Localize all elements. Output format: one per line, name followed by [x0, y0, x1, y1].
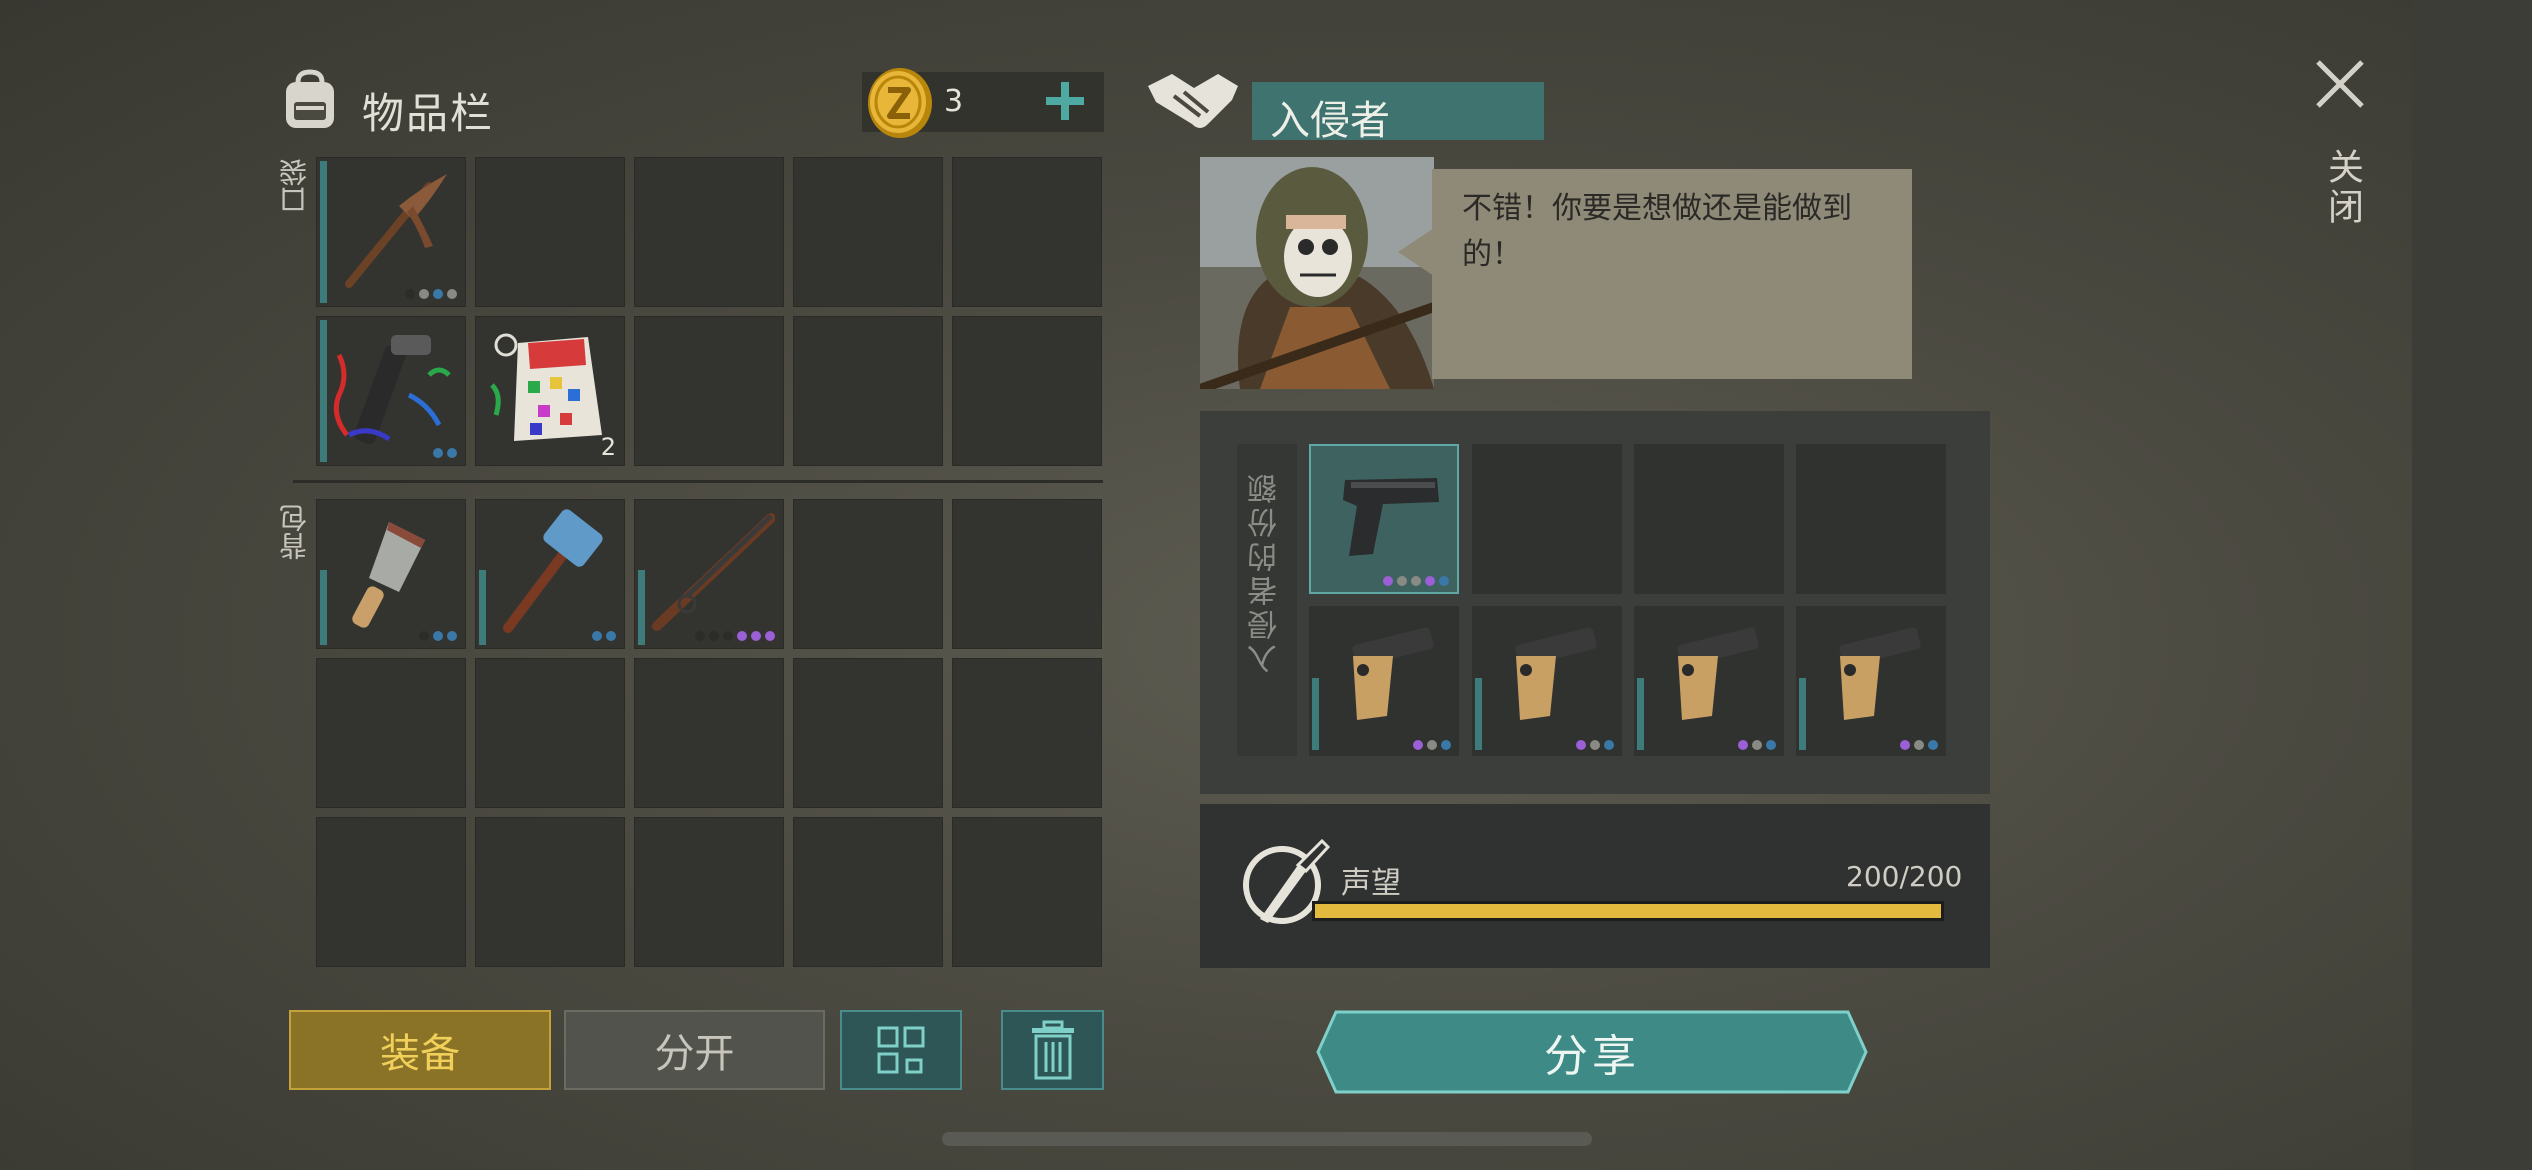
pocket-slot-3[interactable] [634, 157, 784, 307]
party-popper-icon [333, 335, 451, 445]
pickaxe-icon [345, 174, 447, 288]
quota-slot-2[interactable] [1472, 444, 1622, 594]
backpack-slot-11[interactable] [316, 817, 466, 967]
pocket-slot-5[interactable] [952, 157, 1102, 307]
equip-button[interactable]: 装备 [289, 1010, 551, 1090]
share-button[interactable]: 分享 [1316, 1010, 1868, 1094]
rarity-dots [419, 631, 457, 641]
backpack-slot-1[interactable] [316, 499, 466, 649]
coin-count: 3 [944, 84, 964, 119]
reputation-label: 声望 [1341, 866, 1401, 901]
pocket-label: 口袋 [278, 158, 311, 214]
trash-icon [1031, 1020, 1074, 1080]
quota-slot-4[interactable] [1796, 444, 1946, 594]
add-coins-button[interactable] [1036, 72, 1094, 130]
flare-gun-icon [1515, 627, 1597, 720]
backpack-slot-7[interactable] [475, 658, 625, 808]
pocket-slot-4[interactable] [793, 157, 943, 307]
durability-bar [320, 320, 327, 462]
speech-bubble-tail [1398, 228, 1434, 276]
rarity-dots [433, 448, 457, 458]
backpack-slot-15[interactable] [952, 817, 1102, 967]
pistol-icon [1343, 478, 1439, 556]
pocket-slot-1[interactable] [316, 157, 466, 307]
coin-icon [868, 68, 932, 138]
shotgun-icon [652, 513, 775, 631]
quota-slot-6[interactable] [1472, 606, 1622, 756]
quota-slot-3[interactable] [1634, 444, 1784, 594]
backpack-slot-14[interactable] [793, 817, 943, 967]
split-button[interactable]: 分开 [564, 1010, 825, 1090]
item-quantity: 2 [600, 433, 616, 461]
reputation-bar-fill [1315, 904, 1941, 918]
confetti-pack-icon [490, 333, 602, 441]
durability-bar [320, 161, 327, 303]
durability-bar [479, 570, 486, 645]
rarity-dots [1738, 740, 1776, 750]
reputation-value: 200/200 [1846, 860, 1963, 893]
backpack-slot-13[interactable] [634, 817, 784, 967]
sort-button[interactable] [840, 1010, 962, 1090]
trash-button[interactable] [1001, 1010, 1104, 1090]
backpack-slot-10[interactable] [952, 658, 1102, 808]
trader-quota-label: 入侵者的份额 [1248, 470, 1283, 674]
reputation-bar [1312, 901, 1944, 921]
trader-name: 入侵者 [1270, 98, 1390, 144]
flare-gun-icon [1352, 627, 1434, 720]
rarity-dots [1900, 740, 1938, 750]
durability-bar [638, 570, 645, 645]
backpack-slot-9[interactable] [793, 658, 943, 808]
backpack-slot-5[interactable] [952, 499, 1102, 649]
backpack-slot-6[interactable] [316, 658, 466, 808]
durability-bar [320, 570, 327, 645]
rarity-dots [592, 631, 616, 641]
inventory-title: 物品栏 [362, 89, 495, 138]
durability-bar [1799, 678, 1806, 750]
close-icon[interactable] [2314, 58, 2366, 110]
sledgehammer-icon [503, 509, 603, 633]
durability-bar [1637, 678, 1644, 750]
pocket-slot-2[interactable] [475, 157, 625, 307]
backpack-icon [286, 69, 334, 128]
flare-gun-icon [1839, 627, 1921, 720]
quota-slot-7[interactable] [1634, 606, 1784, 756]
durability-bar [1312, 678, 1319, 750]
trader-speech: 不错！你要是想做还是能做到的！ [1462, 191, 1852, 272]
pocket-slot-10[interactable] [952, 316, 1102, 466]
pocket-slot-7[interactable]: 2 [475, 316, 625, 466]
close-label[interactable]: 关闭 [2316, 148, 2368, 228]
section-divider [293, 480, 1103, 483]
grid-sort-icon [877, 1026, 925, 1074]
right-edge-strip [2412, 0, 2532, 1170]
handshake-icon [1148, 74, 1238, 128]
backpack-slot-12[interactable] [475, 817, 625, 967]
pocket-slot-6[interactable] [316, 316, 466, 466]
quota-slot-5[interactable] [1309, 606, 1459, 756]
home-indicator[interactable] [942, 1132, 1592, 1146]
rarity-dots [1383, 576, 1449, 586]
pocket-slot-9[interactable] [793, 316, 943, 466]
backpack-slot-2[interactable] [475, 499, 625, 649]
quota-slot-1[interactable] [1309, 444, 1459, 594]
quota-slot-8[interactable] [1796, 606, 1946, 756]
pocket-slot-8[interactable] [634, 316, 784, 466]
rarity-dots [405, 289, 457, 299]
backpack-slot-8[interactable] [634, 658, 784, 808]
cleaver-icon [352, 522, 425, 628]
rarity-dots [1413, 740, 1451, 750]
backpack-slot-4[interactable] [793, 499, 943, 649]
rarity-dots [695, 631, 775, 641]
durability-bar [1475, 678, 1482, 750]
backpack-label: 背包 [278, 504, 311, 560]
flare-gun-icon [1677, 627, 1759, 720]
rarity-dots [1576, 740, 1614, 750]
backpack-slot-3[interactable] [634, 499, 784, 649]
